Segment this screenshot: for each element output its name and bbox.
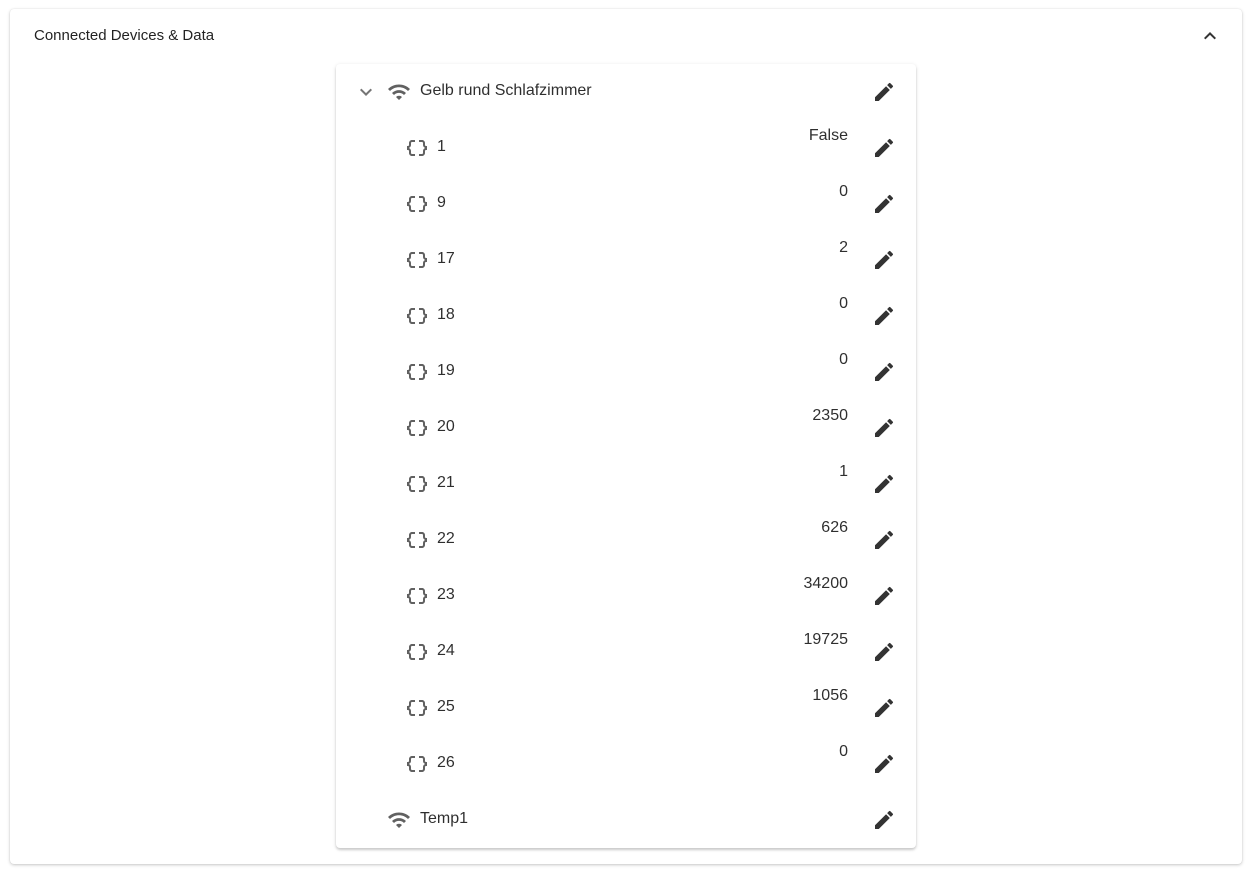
datapoint-row[interactable]: 23 34200 (336, 568, 916, 624)
datapoint-value: 0 (839, 183, 848, 200)
datapoint-value: 1 (839, 463, 848, 480)
json-braces-icon (405, 584, 429, 608)
datapoint-value: 0 (839, 351, 848, 368)
datapoint-key: 20 (437, 418, 455, 435)
edit-datapoint-button[interactable] (872, 640, 896, 664)
datapoint-row[interactable]: 17 2 (336, 232, 916, 288)
json-braces-icon (405, 752, 429, 776)
connected-devices-panel: Connected Devices & Data Gelb rund Schla… (10, 9, 1242, 864)
datapoint-key: 17 (437, 250, 455, 267)
panel-header[interactable]: Connected Devices & Data (10, 9, 1242, 63)
datapoint-value: 19725 (803, 631, 849, 648)
json-braces-icon (405, 248, 429, 272)
datapoint-value: 34200 (803, 575, 849, 592)
wifi-icon (387, 80, 411, 104)
device-name: Gelb rund Schlafzimmer (420, 82, 592, 99)
json-braces-icon (405, 416, 429, 440)
datapoint-row[interactable]: 20 2350 (336, 400, 916, 456)
datapoint-row[interactable]: 22 626 (336, 512, 916, 568)
json-braces-icon (405, 192, 429, 216)
edit-datapoint-button[interactable] (872, 696, 896, 720)
datapoint-key: 23 (437, 586, 455, 603)
datapoint-key: 24 (437, 642, 455, 659)
edit-datapoint-button[interactable] (872, 248, 896, 272)
edit-datapoint-button[interactable] (872, 416, 896, 440)
datapoint-key: 21 (437, 474, 455, 491)
json-braces-icon (405, 528, 429, 552)
device-row[interactable]: Temp1 (336, 792, 916, 848)
datapoint-value: 2350 (812, 407, 848, 424)
datapoint-key: 19 (437, 362, 455, 379)
edit-datapoint-button[interactable] (872, 584, 896, 608)
datapoint-key: 1 (437, 138, 446, 155)
json-braces-icon (405, 472, 429, 496)
json-braces-icon (405, 360, 429, 384)
datapoint-value: 1056 (812, 687, 848, 704)
datapoint-row[interactable]: 24 19725 (336, 624, 916, 680)
json-braces-icon (405, 136, 429, 160)
edit-datapoint-button[interactable] (872, 528, 896, 552)
edit-datapoint-button[interactable] (872, 360, 896, 384)
datapoint-row[interactable]: 90 (336, 176, 916, 232)
datapoint-key: 9 (437, 194, 446, 211)
edit-datapoint-button[interactable] (872, 472, 896, 496)
datapoint-value: 0 (839, 295, 848, 312)
panel-title: Connected Devices & Data (34, 27, 215, 44)
device-name: Temp1 (420, 810, 469, 827)
datapoint-key: 18 (437, 306, 455, 323)
json-braces-icon (405, 640, 429, 664)
datapoint-key: 26 (437, 754, 455, 771)
datapoint-row[interactable]: 18 0 (336, 288, 916, 344)
wifi-icon (387, 808, 411, 832)
datapoint-value: False (808, 127, 848, 144)
edit-datapoint-button[interactable] (872, 192, 896, 216)
chevron-down-icon[interactable] (354, 80, 378, 104)
json-braces-icon (405, 304, 429, 328)
datapoint-row[interactable]: 26 0 (336, 736, 916, 792)
datapoint-row[interactable]: 19 0 (336, 344, 916, 400)
datapoint-row[interactable]: 1 False (336, 120, 916, 176)
datapoint-key: 25 (437, 698, 455, 715)
datapoint-row[interactable]: 21 1 (336, 456, 916, 512)
edit-device-button[interactable] (872, 808, 896, 832)
chevron-up-icon[interactable] (1196, 22, 1224, 50)
edit-datapoint-button[interactable] (872, 752, 896, 776)
device-tree: Gelb rund Schlafzimmer 1 False 9 0 17 2 18 0 19 0 2… (336, 64, 916, 848)
datapoint-key: 22 (437, 530, 455, 547)
edit-datapoint-button[interactable] (872, 304, 896, 328)
datapoint-value: 0 (839, 743, 848, 760)
datapoint-row[interactable]: 25 1056 (336, 680, 916, 736)
edit-device-button[interactable] (872, 80, 896, 104)
device-row[interactable]: Gelb rund Schlafzimmer (336, 64, 916, 120)
json-braces-icon (405, 696, 429, 720)
edit-datapoint-button[interactable] (872, 136, 896, 160)
datapoint-value: 2 (839, 239, 848, 256)
datapoint-value: 626 (821, 519, 848, 536)
